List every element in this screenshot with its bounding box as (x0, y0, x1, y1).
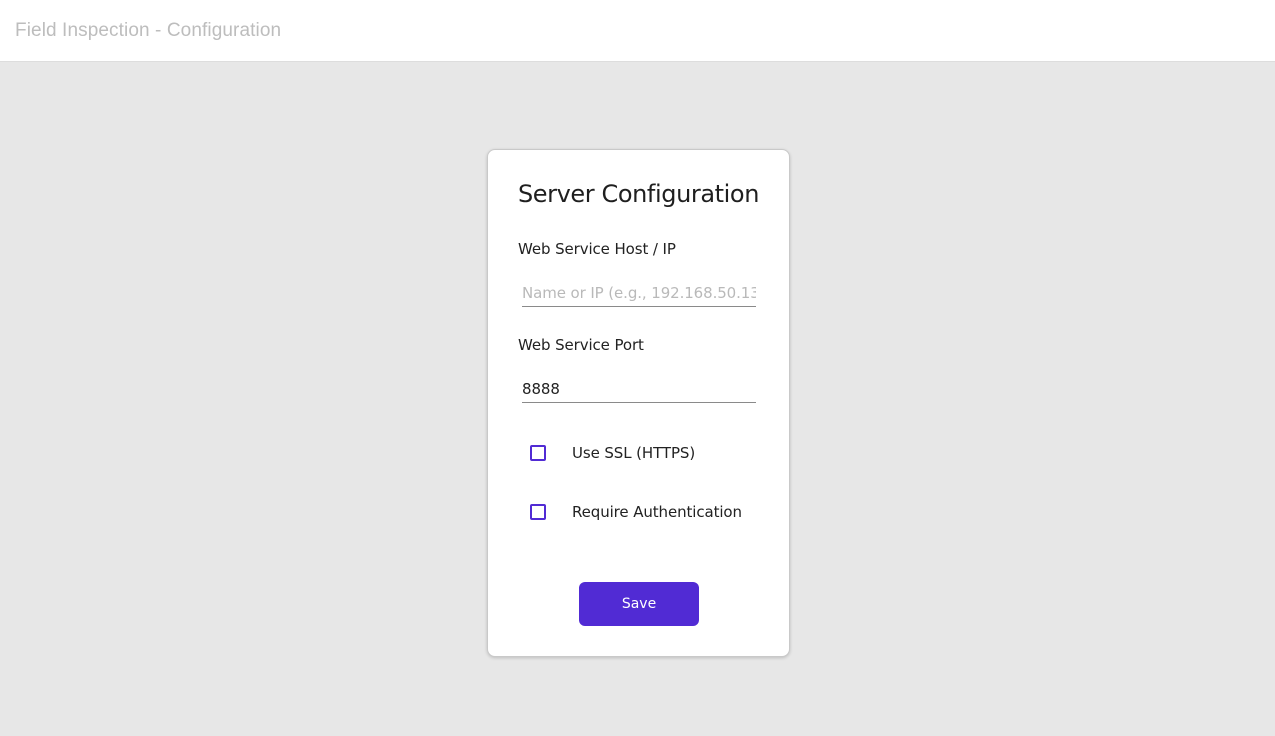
use-ssl-label[interactable]: Use SSL (HTTPS) (572, 444, 695, 462)
require-auth-row[interactable]: Require Authentication (530, 501, 742, 523)
form-title: Server Configuration (517, 180, 760, 208)
port-label: Web Service Port (518, 336, 644, 354)
use-ssl-checkbox[interactable] (530, 445, 546, 461)
require-auth-label[interactable]: Require Authentication (572, 503, 742, 521)
host-label: Web Service Host / IP (518, 240, 676, 258)
require-auth-checkbox[interactable] (530, 504, 546, 520)
save-button[interactable]: Save (579, 582, 699, 626)
host-input[interactable] (522, 280, 756, 307)
app-header: Field Inspection - Configuration (0, 0, 1275, 62)
port-input[interactable] (522, 376, 756, 403)
server-config-card: Server Configuration Web Service Host / … (487, 149, 790, 657)
use-ssl-row[interactable]: Use SSL (HTTPS) (530, 442, 695, 464)
app-title: Field Inspection - Configuration (15, 20, 282, 41)
